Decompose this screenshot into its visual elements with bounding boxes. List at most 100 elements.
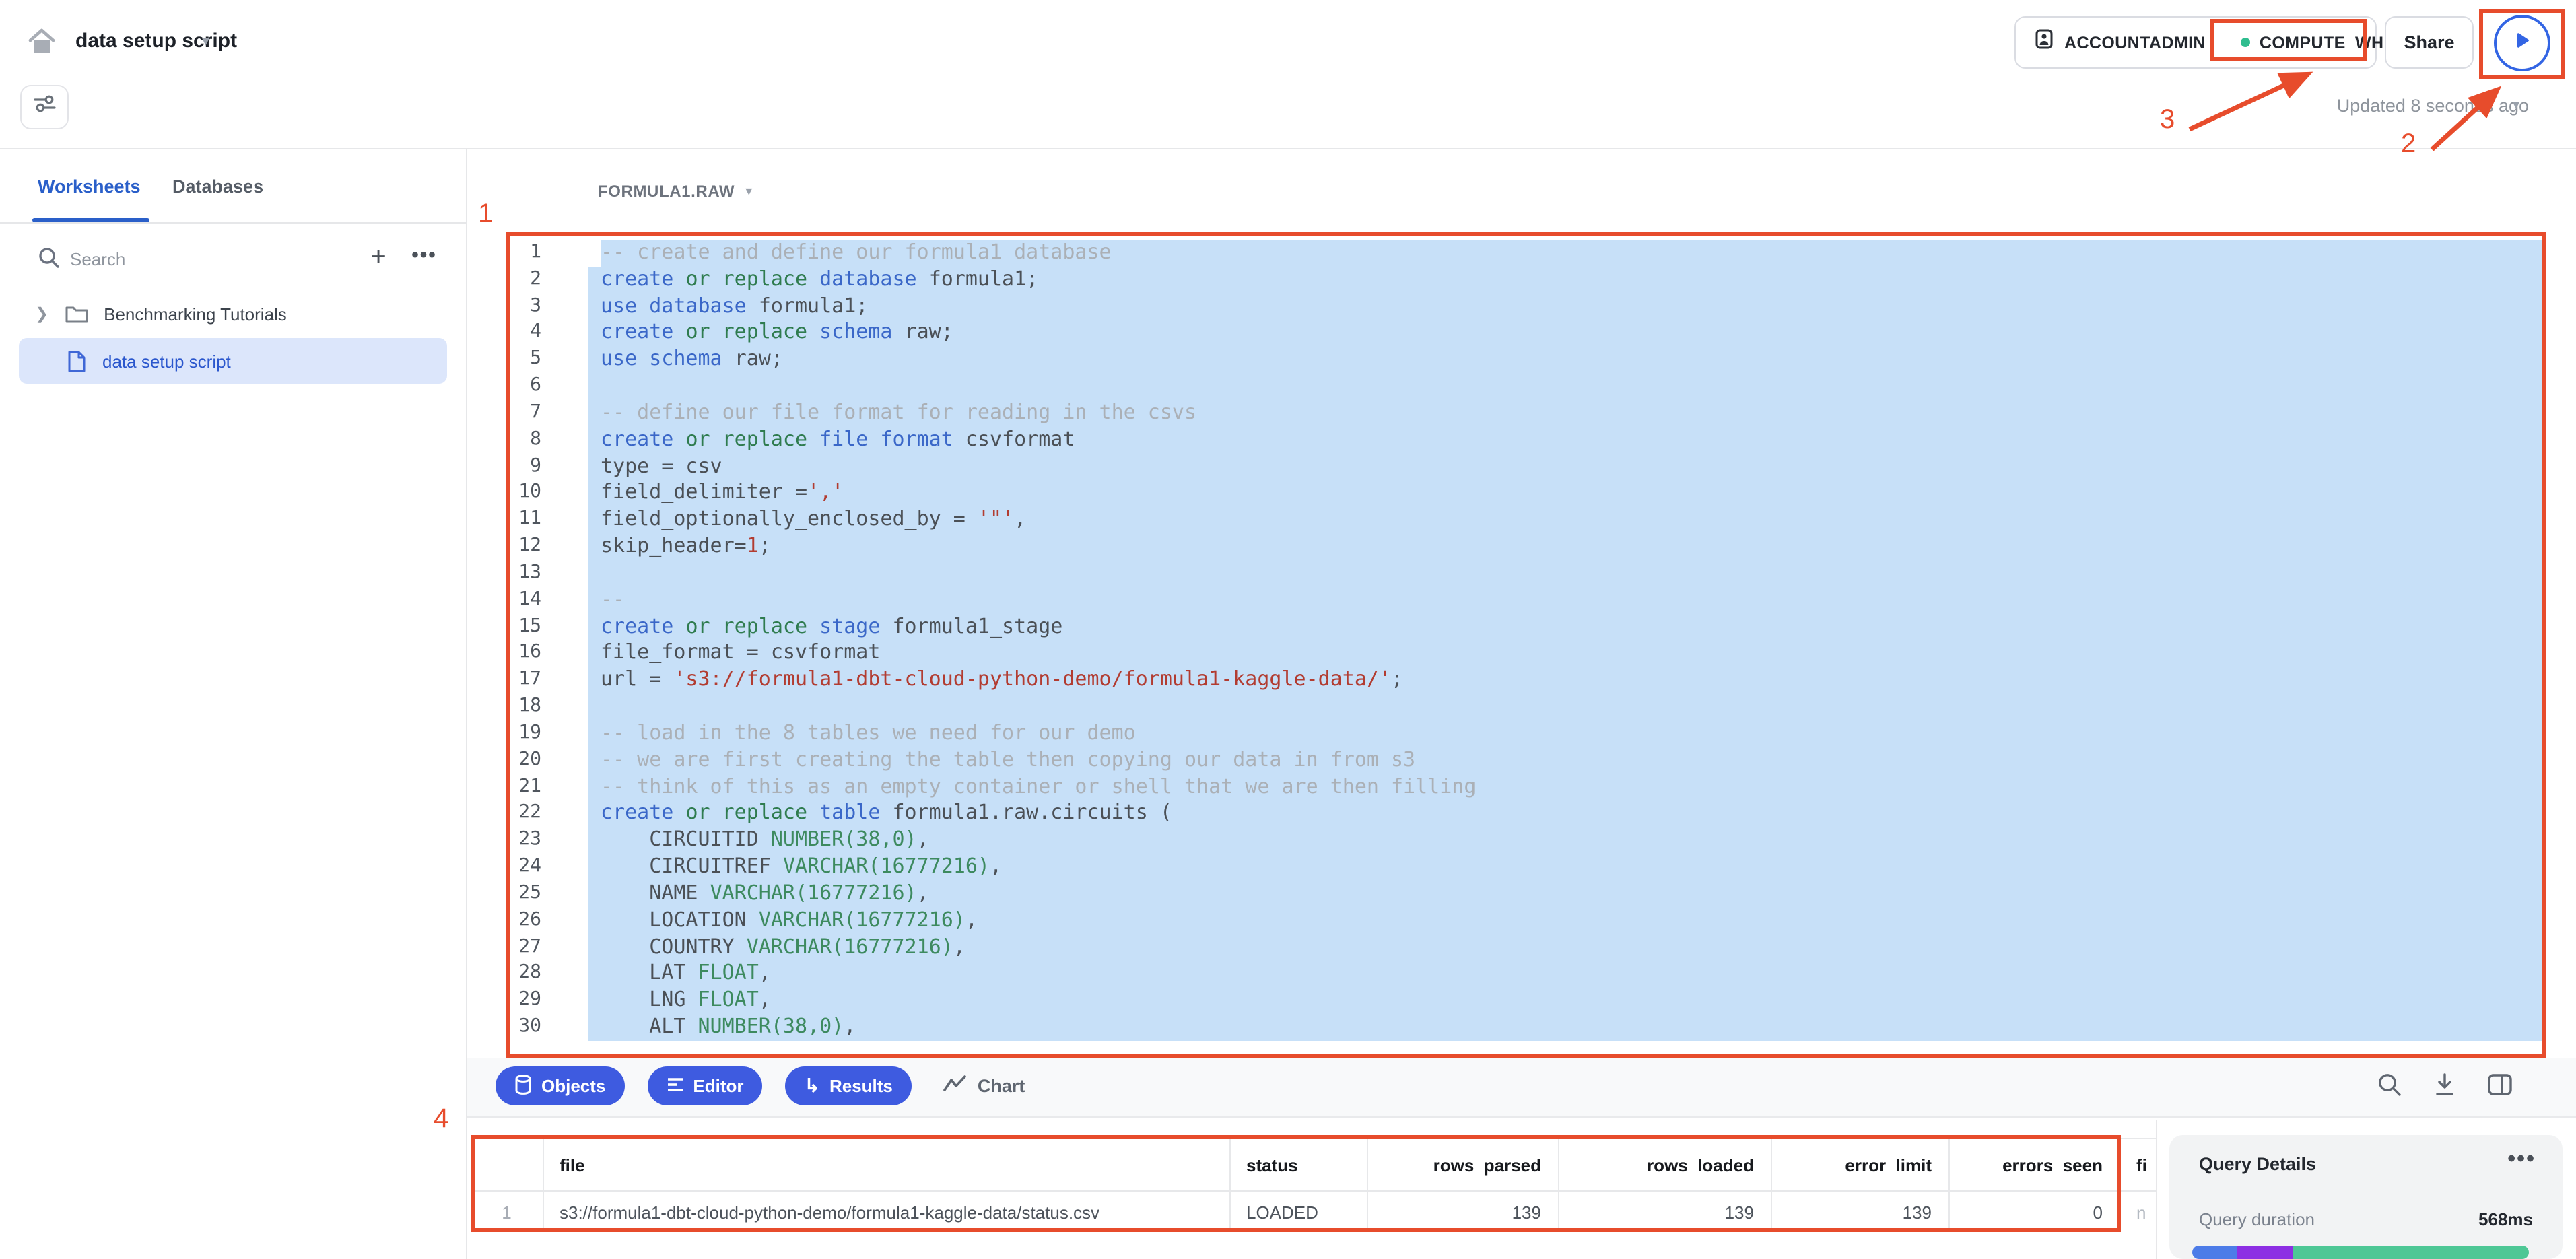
editor-label: Editor bbox=[693, 1076, 743, 1096]
worksheet-title[interactable]: data setup script bbox=[75, 30, 237, 53]
sql-editor[interactable]: -- create and define our formula1 databa… bbox=[588, 240, 2544, 1041]
search-results-button[interactable] bbox=[2373, 1068, 2405, 1100]
code-line[interactable]: create or replace stage formula1_stage bbox=[588, 613, 2544, 640]
folder-icon bbox=[65, 304, 89, 324]
chart-line-icon bbox=[943, 1075, 967, 1097]
code-line[interactable]: file_format = csvformat bbox=[588, 640, 2544, 667]
code-line[interactable]: create or replace database formula1; bbox=[588, 267, 2544, 294]
table-cell: s3://formula1-dbt-cloud-python-demo/form… bbox=[543, 1191, 1229, 1232]
updated-dropdown-caret-icon[interactable]: ▾ bbox=[2513, 98, 2519, 113]
query-details-menu-button[interactable]: ••• bbox=[2507, 1146, 2536, 1173]
line-number: 14 bbox=[506, 587, 541, 614]
code-line[interactable]: CIRCUITID NUMBER(38,0), bbox=[588, 827, 2544, 854]
code-line[interactable]: -- bbox=[588, 587, 2544, 614]
code-line[interactable]: NAME VARCHAR(16777216), bbox=[588, 881, 2544, 908]
new-worksheet-button[interactable]: + bbox=[361, 240, 396, 275]
column-header[interactable]: rows_parsed bbox=[1367, 1138, 1558, 1191]
warehouse-selector[interactable]: COMPUTE_WH bbox=[2223, 18, 2402, 67]
code-line[interactable]: use database formula1; bbox=[588, 293, 2544, 320]
annotation-label-4: 4 bbox=[434, 1104, 448, 1135]
line-number: 28 bbox=[506, 961, 541, 988]
column-header[interactable]: rows_loaded bbox=[1558, 1138, 1771, 1191]
role-selector[interactable]: ACCOUNTADMIN bbox=[2016, 18, 2223, 67]
code-line[interactable]: LNG FLOAT, bbox=[588, 987, 2544, 1014]
results-actions bbox=[2373, 1068, 2515, 1100]
worksheet-file-icon bbox=[67, 349, 86, 372]
column-header[interactable]: fi bbox=[2120, 1138, 2156, 1191]
code-line[interactable] bbox=[588, 560, 2544, 587]
results-toggle-button[interactable]: ↳ Results bbox=[786, 1066, 912, 1105]
code-line[interactable]: CIRCUITREF VARCHAR(16777216), bbox=[588, 854, 2544, 881]
table-cell: 0 bbox=[1948, 1191, 2120, 1232]
worksheet-item-selected[interactable]: data setup script bbox=[19, 338, 447, 384]
column-header[interactable]: status bbox=[1229, 1138, 1367, 1191]
line-number: 8 bbox=[506, 427, 541, 454]
code-line[interactable]: url = 's3://formula1-dbt-cloud-python-de… bbox=[588, 667, 2544, 694]
chart-tab[interactable]: Chart bbox=[943, 1075, 1025, 1097]
code-line[interactable]: create or replace file format csvformat bbox=[588, 427, 2544, 454]
line-number: 11 bbox=[506, 507, 541, 534]
title-dropdown-caret-icon[interactable]: ▾ bbox=[202, 32, 209, 50]
sidebar-more-button[interactable]: ••• bbox=[407, 240, 442, 275]
chevron-right-icon[interactable]: ❯ bbox=[35, 304, 48, 323]
annotation-label-1: 1 bbox=[478, 199, 493, 230]
editor-toggle-button[interactable]: Editor bbox=[647, 1066, 762, 1105]
code-line[interactable]: create or replace table formula1.raw.cir… bbox=[588, 801, 2544, 827]
filters-button[interactable] bbox=[20, 85, 69, 129]
database-cylinder-icon bbox=[514, 1074, 532, 1098]
query-duration-value: 568ms bbox=[2478, 1209, 2533, 1229]
line-number: 2 bbox=[506, 267, 541, 294]
context-name: FORMULA1.RAW bbox=[598, 182, 735, 201]
code-line[interactable]: LOCATION VARCHAR(16777216), bbox=[588, 907, 2544, 934]
code-line[interactable]: field_optionally_enclosed_by = '"', bbox=[588, 507, 2544, 534]
code-line[interactable]: type = csv bbox=[588, 453, 2544, 480]
code-line[interactable]: field_delimiter =',' bbox=[588, 480, 2544, 507]
column-header[interactable]: error_limit bbox=[1771, 1138, 1948, 1191]
table-row[interactable]: 1s3://formula1-dbt-cloud-python-demo/for… bbox=[471, 1191, 2156, 1232]
database-schema-selector[interactable]: FORMULA1.RAW ▾ bbox=[598, 182, 752, 201]
column-header[interactable]: file bbox=[543, 1138, 1229, 1191]
code-line[interactable]: -- think of this as an empty container o… bbox=[588, 774, 2544, 801]
objects-toggle-button[interactable]: Objects bbox=[496, 1066, 624, 1105]
code-line[interactable] bbox=[588, 693, 2544, 720]
duration-bar-segment bbox=[2293, 1246, 2529, 1259]
results-table[interactable]: filestatusrows_parsedrows_loadederror_li… bbox=[471, 1138, 2156, 1232]
line-number: 18 bbox=[506, 693, 541, 720]
code-line[interactable]: use schema raw; bbox=[588, 347, 2544, 374]
search-icon bbox=[38, 246, 61, 276]
share-button[interactable]: Share bbox=[2385, 16, 2474, 69]
line-number: 21 bbox=[506, 774, 541, 801]
line-number: 23 bbox=[506, 827, 541, 854]
duration-bar-segment bbox=[2192, 1246, 2236, 1259]
split-columns-button[interactable] bbox=[2483, 1068, 2515, 1100]
code-line[interactable]: -- load in the 8 tables we need for our … bbox=[588, 720, 2544, 747]
code-line[interactable]: skip_header=1; bbox=[588, 533, 2544, 560]
tab-worksheets[interactable]: Worksheets bbox=[38, 176, 141, 197]
column-header[interactable]: errors_seen bbox=[1948, 1138, 2120, 1191]
code-line[interactable]: -- we are first creating the table then … bbox=[588, 747, 2544, 774]
column-header[interactable] bbox=[471, 1138, 543, 1191]
code-line[interactable]: LAT FLOAT, bbox=[588, 961, 2544, 988]
line-number: 9 bbox=[506, 453, 541, 480]
code-line[interactable] bbox=[588, 373, 2544, 400]
code-line[interactable]: -- create and define our formula1 databa… bbox=[588, 240, 2544, 267]
code-line[interactable]: COUNTRY VARCHAR(16777216), bbox=[588, 934, 2544, 961]
code-line[interactable]: create or replace schema raw; bbox=[588, 320, 2544, 347]
folder-item-benchmarking-tutorials[interactable]: ❯ Benchmarking Tutorials bbox=[19, 295, 447, 333]
line-number: 1 bbox=[506, 240, 541, 267]
code-line[interactable]: ALT NUMBER(38,0), bbox=[588, 1014, 2544, 1041]
results-table-container: filestatusrows_parsedrows_loadederror_li… bbox=[471, 1138, 2156, 1232]
line-number: 19 bbox=[506, 720, 541, 747]
table-cell: 139 bbox=[1558, 1191, 1771, 1232]
tab-databases[interactable]: Databases bbox=[172, 176, 263, 197]
download-results-button[interactable] bbox=[2428, 1068, 2460, 1100]
code-line[interactable]: -- define our file format for reading in… bbox=[588, 400, 2544, 427]
home-button[interactable] bbox=[13, 16, 70, 73]
session-context-pill: ACCOUNTADMIN COMPUTE_WH bbox=[2014, 16, 2377, 69]
run-button[interactable] bbox=[2494, 15, 2550, 71]
line-number: 24 bbox=[506, 854, 541, 881]
query-details-title: Query Details bbox=[2199, 1154, 2316, 1174]
line-number: 7 bbox=[506, 400, 541, 427]
results-table-body: 1s3://formula1-dbt-cloud-python-demo/for… bbox=[471, 1191, 2156, 1232]
line-number: 12 bbox=[506, 533, 541, 560]
